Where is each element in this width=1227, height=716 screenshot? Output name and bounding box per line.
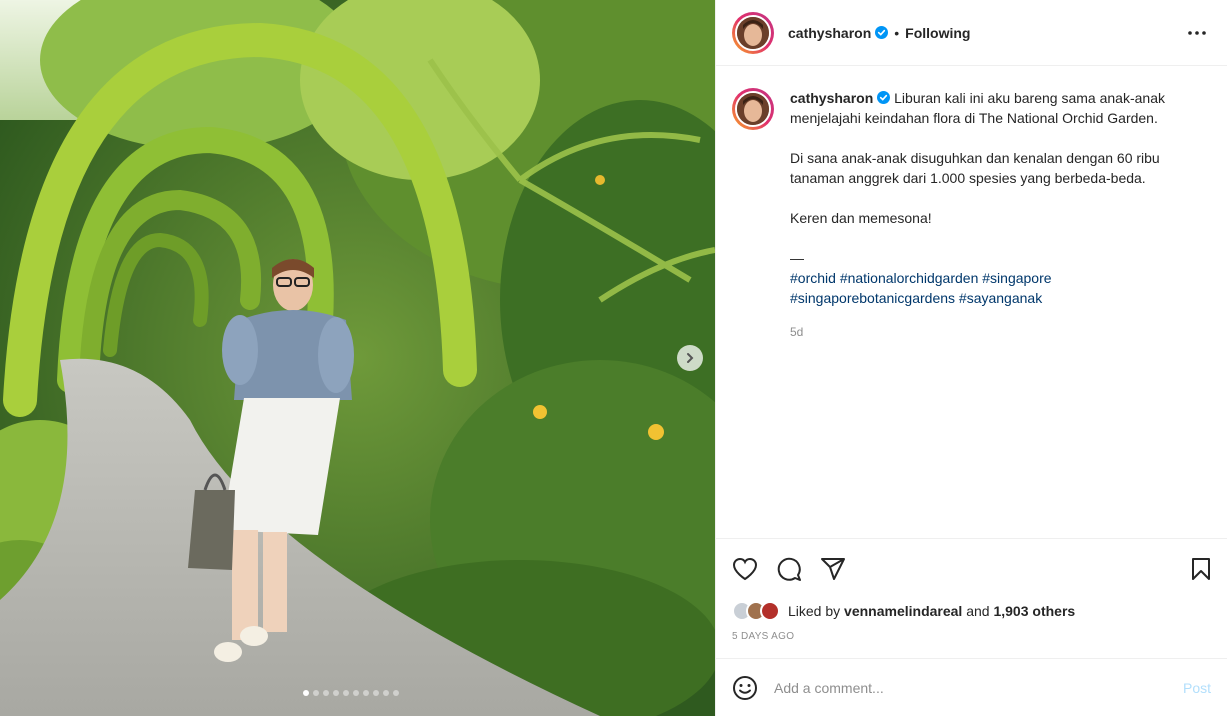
add-comment-bar: Post: [716, 658, 1227, 716]
hashtag-link[interactable]: #orchid: [790, 270, 836, 286]
carousel-dot: [303, 690, 309, 696]
carousel-dot: [393, 690, 399, 696]
carousel-dot: [363, 690, 369, 696]
comment-input[interactable]: [774, 679, 1183, 696]
verified-badge-icon: [877, 91, 891, 104]
separator-dot: •: [894, 24, 900, 41]
carousel-dot: [343, 690, 349, 696]
hashtag-link[interactable]: #nationalorchidgarden: [840, 270, 979, 286]
comments-section: cathysharon Liburan kali ini aku bareng …: [716, 66, 1227, 538]
liked-by-and: and: [966, 603, 990, 619]
emoji-button[interactable]: [732, 675, 758, 701]
caption-author-username[interactable]: cathysharon: [790, 90, 873, 106]
liked-by-others-link[interactable]: 1,903 others: [993, 603, 1075, 619]
comment-icon: [777, 557, 801, 581]
share-button[interactable]: [820, 553, 852, 585]
next-slide-button[interactable]: [677, 345, 703, 371]
save-button[interactable]: [1179, 553, 1211, 585]
hashtag-link[interactable]: #singapore: [982, 270, 1051, 286]
hashtag-link[interactable]: #singaporebotanicgardens: [790, 290, 955, 306]
post-side-panel: cathysharon • Following cathysharon Libu…: [715, 0, 1227, 716]
liked-by-user-link[interactable]: vennamelindareal: [844, 603, 962, 619]
author-avatar[interactable]: [732, 11, 774, 54]
chevron-right-icon: [687, 353, 694, 363]
verified-badge-icon: [875, 26, 889, 39]
post-comment-button[interactable]: Post: [1183, 680, 1211, 696]
post-date[interactable]: 5 DAYS AGO: [732, 631, 1211, 642]
share-icon: [821, 558, 845, 580]
following-button[interactable]: Following: [905, 25, 970, 41]
hashtag-line: #orchid #nationalorchidgarden #singapore: [790, 268, 1200, 288]
action-icons: [732, 553, 1211, 585]
carousel-dot: [323, 690, 329, 696]
emoji-icon: [733, 675, 757, 700]
carousel-dot: [313, 690, 319, 696]
liked-by-prefix: Liked by: [788, 603, 841, 619]
post-header: cathysharon • Following: [716, 0, 1227, 66]
caption-divider: —: [790, 250, 804, 266]
carousel-dot: [353, 690, 359, 696]
carousel-dot: [383, 690, 389, 696]
heart-icon: [732, 557, 758, 581]
carousel-indicator: [303, 690, 399, 696]
caption-block: cathysharon Liburan kali ini aku bareng …: [732, 88, 1211, 342]
liker-avatar: [760, 601, 780, 621]
more-options-button[interactable]: [1185, 21, 1209, 45]
author-username[interactable]: cathysharon: [788, 25, 871, 41]
caption-paragraph: Di sana anak-anak disuguhkan dan kenalan…: [790, 150, 1160, 186]
caption-author-avatar[interactable]: [732, 88, 774, 130]
like-button[interactable]: [732, 553, 764, 585]
carousel-dot: [373, 690, 379, 696]
carousel-dot: [333, 690, 339, 696]
bookmark-icon: [1192, 558, 1210, 580]
hashtag-line: #singaporebotanicgardens #sayanganak: [790, 288, 1200, 308]
caption-text: cathysharon Liburan kali ini aku bareng …: [790, 88, 1200, 342]
comment-button[interactable]: [776, 553, 808, 585]
hashtag-link[interactable]: #sayanganak: [959, 290, 1042, 306]
likes-summary: Liked by vennamelindareal and 1,903 othe…: [732, 599, 1211, 623]
post-actions: Liked by vennamelindareal and 1,903 othe…: [716, 538, 1227, 642]
garden-photo-illustration: [0, 0, 715, 716]
caption-paragraph: Keren dan memesona!: [790, 210, 932, 226]
post-photo[interactable]: [0, 0, 715, 716]
more-options-icon: [1188, 30, 1206, 35]
caption-age[interactable]: 5d: [790, 322, 1200, 342]
